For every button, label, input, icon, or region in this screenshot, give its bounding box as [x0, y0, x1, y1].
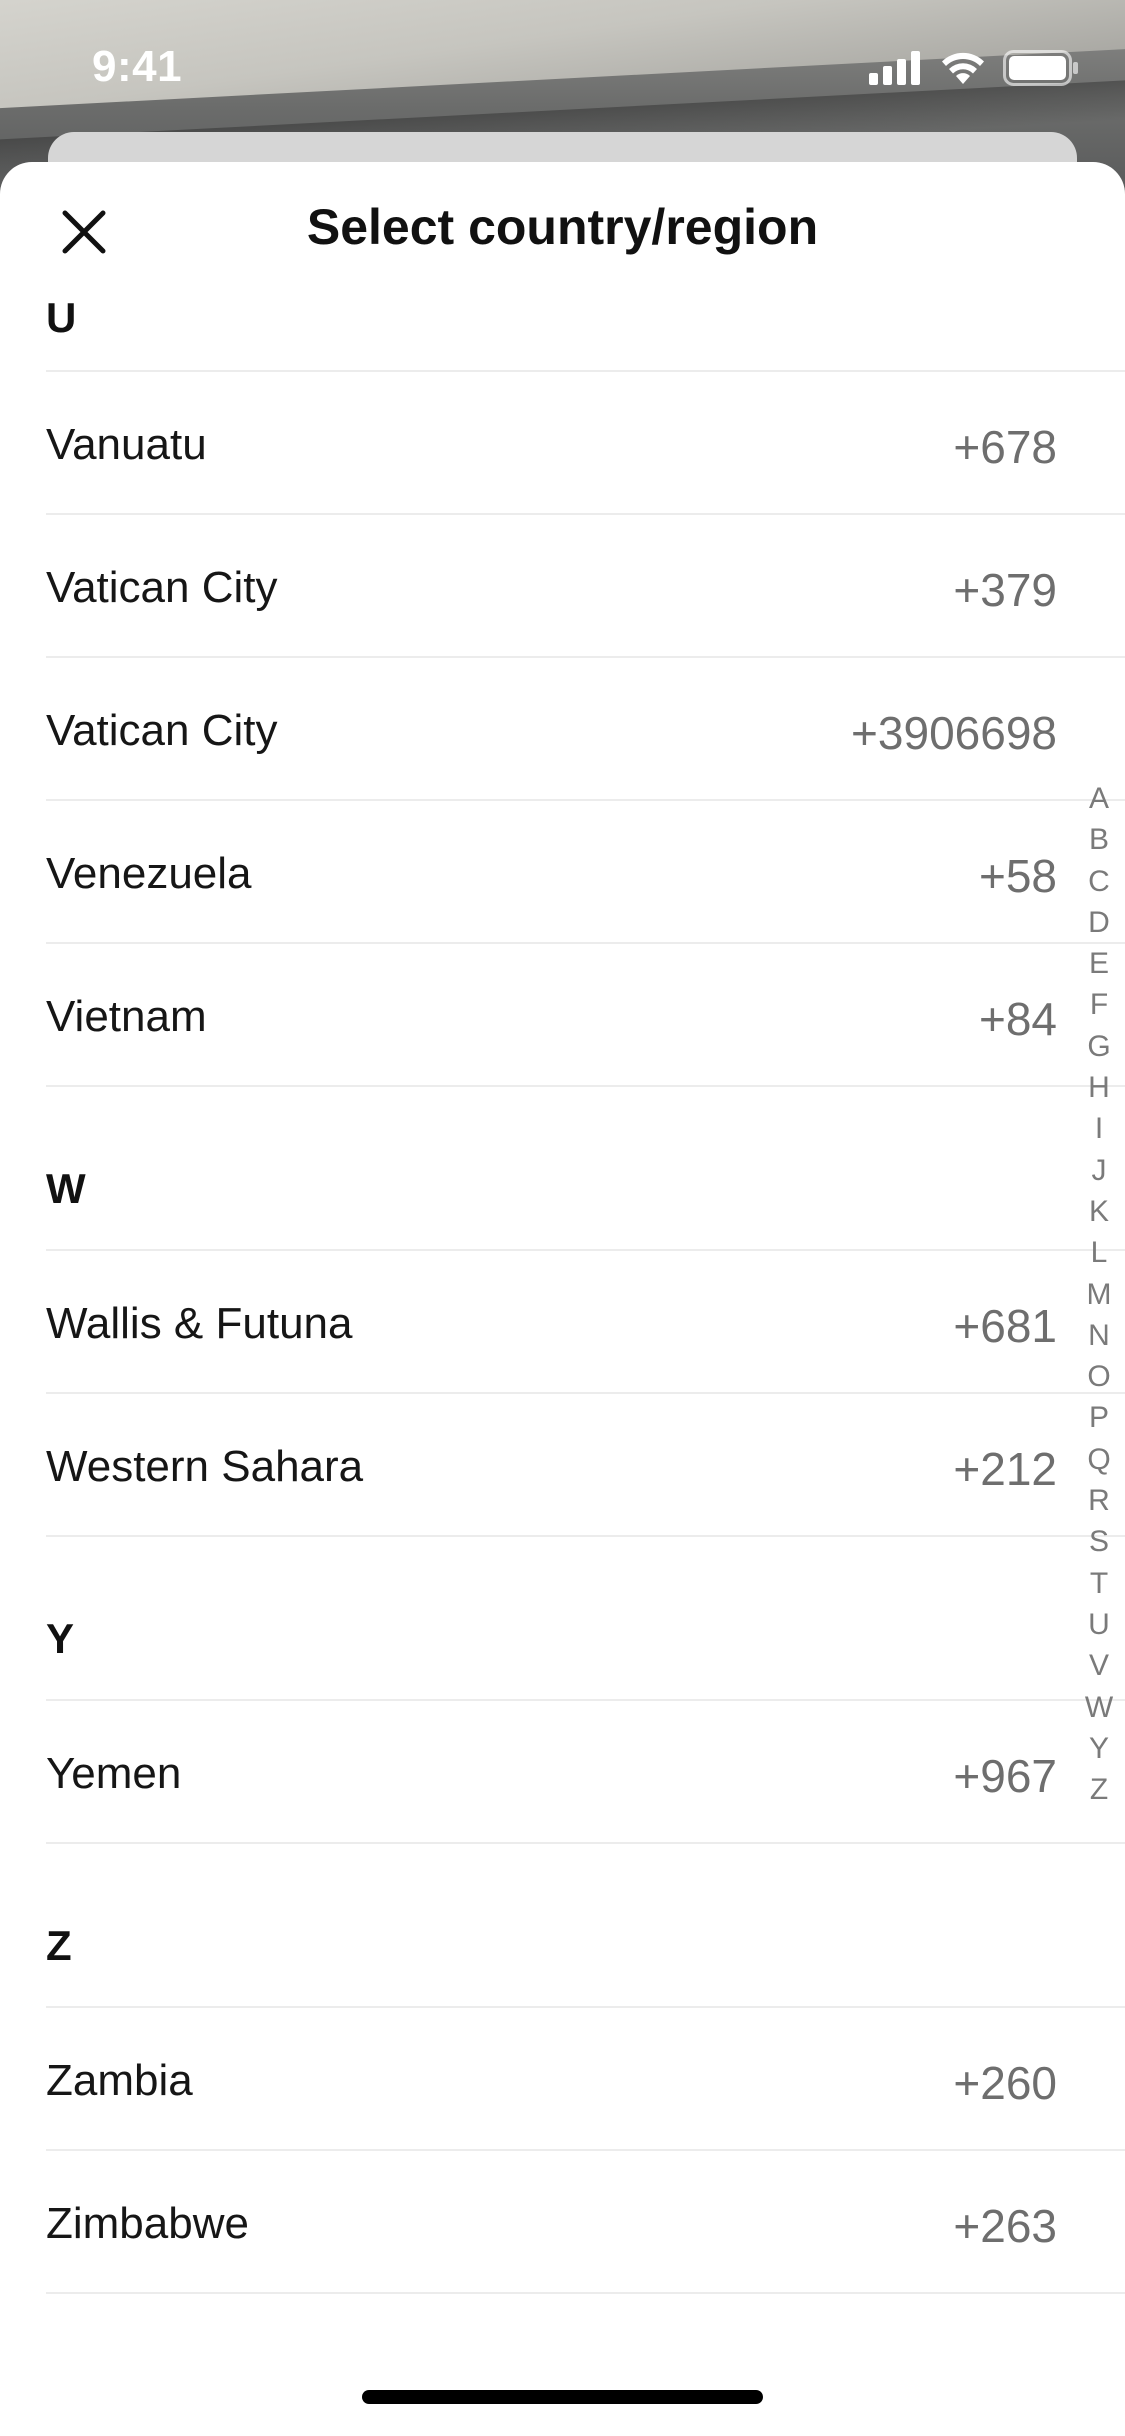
country-name: Vatican City — [46, 706, 278, 755]
battery-icon — [1003, 50, 1079, 91]
section-header-y: Y — [0, 1599, 1125, 1699]
index-letter-n[interactable]: N — [1081, 1315, 1117, 1356]
index-letter-q[interactable]: Q — [1081, 1439, 1117, 1480]
status-time: 9:41 — [92, 42, 183, 91]
index-letter-a[interactable]: A — [1081, 778, 1117, 819]
country-row-vietnam[interactable]: Vietnam +84 — [46, 942, 1125, 1085]
wifi-icon — [939, 50, 987, 91]
index-letter-y[interactable]: Y — [1081, 1728, 1117, 1769]
sheet-title: Select country/region — [306, 199, 819, 255]
dial-code: +58 — [978, 850, 1057, 902]
sheet-header: Select country/region — [0, 162, 1125, 292]
index-letter-j[interactable]: J — [1081, 1150, 1117, 1191]
section-header-w: W — [0, 1149, 1125, 1249]
index-letter-t[interactable]: T — [1081, 1563, 1117, 1604]
country-row-vanuatu[interactable]: Vanuatu +678 — [46, 370, 1125, 513]
dial-code: +3906698 — [851, 707, 1057, 759]
index-letter-p[interactable]: P — [1081, 1397, 1117, 1438]
country-list[interactable]: U Vanuatu +678 Vatican City +379 Vatican… — [0, 292, 1125, 2294]
dial-code: +678 — [953, 421, 1057, 473]
dial-code: +379 — [953, 564, 1057, 616]
status-bar: 9:41 — [0, 0, 1125, 132]
country-name: Vanuatu — [46, 420, 207, 469]
index-letter-v[interactable]: V — [1081, 1645, 1117, 1686]
cellular-signal-icon — [869, 51, 923, 90]
country-name: Western Sahara — [46, 1442, 364, 1491]
dial-code: +212 — [953, 1443, 1057, 1495]
country-name: Yemen — [46, 1749, 182, 1798]
country-row-zambia[interactable]: Zambia +260 — [46, 2006, 1125, 2149]
dial-code: +967 — [953, 1750, 1057, 1802]
index-letter-b[interactable]: B — [1081, 819, 1117, 860]
index-letter-r[interactable]: R — [1081, 1480, 1117, 1521]
section-letter: Y — [46, 1615, 75, 1662]
country-row-vatican-city[interactable]: Vatican City +379 — [46, 513, 1125, 656]
country-name: Zambia — [46, 2056, 193, 2105]
home-indicator[interactable] — [362, 2390, 763, 2404]
index-letter-c[interactable]: C — [1081, 861, 1117, 902]
dial-code: +260 — [953, 2057, 1057, 2109]
index-letter-i[interactable]: I — [1081, 1108, 1117, 1149]
country-row-western-sahara[interactable]: Western Sahara +212 — [46, 1392, 1125, 1535]
dial-code: +681 — [953, 1300, 1057, 1352]
index-letter-s[interactable]: S — [1081, 1521, 1117, 1562]
index-letter-d[interactable]: D — [1081, 902, 1117, 943]
country-picker-sheet: Select country/region U Vanuatu +678 Vat… — [0, 162, 1125, 2436]
index-letter-w[interactable]: W — [1081, 1687, 1117, 1728]
country-row-vatican-city-alt[interactable]: Vatican City +3906698 — [46, 656, 1125, 799]
country-name: Zimbabwe — [46, 2199, 249, 2248]
index-letter-o[interactable]: O — [1081, 1356, 1117, 1397]
dial-code: +84 — [978, 993, 1057, 1045]
index-letter-u[interactable]: U — [1081, 1604, 1117, 1645]
country-row-venezuela[interactable]: Venezuela +58 — [46, 799, 1125, 942]
status-icons — [869, 50, 1079, 91]
country-row-wallis-futuna[interactable]: Wallis & Futuna +681 — [46, 1249, 1125, 1392]
dial-code: +263 — [953, 2200, 1057, 2252]
country-name: Vatican City — [46, 563, 278, 612]
section-letter: Z — [46, 1922, 72, 1969]
section-header-z: Z — [0, 1906, 1125, 2006]
alphabet-index-bar[interactable]: A B C D E F G H I J K L M N O P Q R S T … — [1081, 778, 1117, 1810]
index-letter-l[interactable]: L — [1081, 1232, 1117, 1273]
section-letter: U — [46, 294, 77, 341]
index-letter-m[interactable]: M — [1081, 1274, 1117, 1315]
index-letter-z[interactable]: Z — [1081, 1769, 1117, 1810]
country-row-yemen[interactable]: Yemen +967 — [46, 1699, 1125, 1842]
section-divider — [46, 2292, 1125, 2294]
country-name: Venezuela — [46, 849, 252, 898]
section-letter: W — [46, 1165, 86, 1212]
country-name: Wallis & Futuna — [46, 1299, 353, 1348]
index-letter-k[interactable]: K — [1081, 1191, 1117, 1232]
index-letter-h[interactable]: H — [1081, 1067, 1117, 1108]
section-header-u: U — [0, 292, 1125, 370]
index-letter-g[interactable]: G — [1081, 1026, 1117, 1067]
index-letter-f[interactable]: F — [1081, 984, 1117, 1025]
index-letter-e[interactable]: E — [1081, 943, 1117, 984]
country-row-zimbabwe[interactable]: Zimbabwe +263 — [46, 2149, 1125, 2292]
country-name: Vietnam — [46, 992, 207, 1041]
